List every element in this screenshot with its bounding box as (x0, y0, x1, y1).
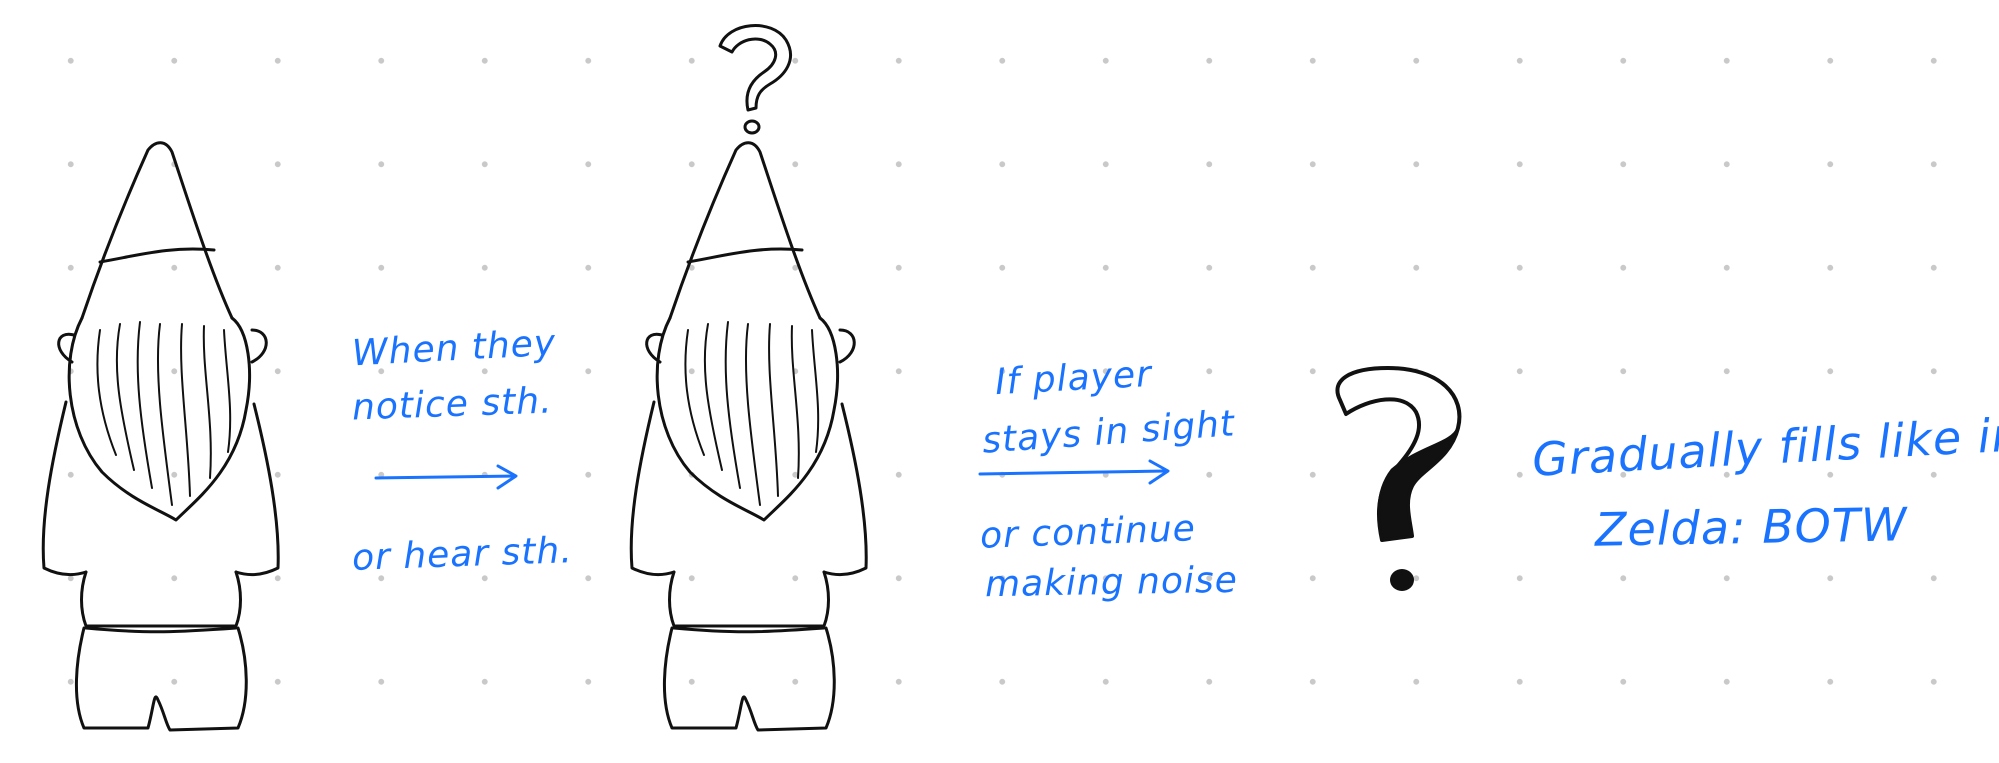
annotation-step2-line1: If player (994, 353, 1153, 404)
annotation-step3-line2: Zelda: BOTW (1594, 497, 1908, 557)
question-outline-icon (718, 24, 793, 135)
gnome-suspicious-figure (629, 141, 868, 732)
annotation-step2-line4: making noise (984, 559, 1239, 606)
transition-arrow-1 (374, 464, 518, 490)
filled-question-icon (1335, 366, 1462, 591)
sketch-canvas: When they notice sth. or hear sth. If pl… (0, 0, 1999, 763)
annotation-step1-line2: notice sth. (351, 380, 554, 429)
transition-arrow-2 (978, 459, 1170, 485)
annotation-step1-line3: or hear sth. (351, 530, 574, 579)
gnome-idle-figure (41, 141, 280, 732)
annotation-step2-line3: or continue (979, 508, 1197, 557)
